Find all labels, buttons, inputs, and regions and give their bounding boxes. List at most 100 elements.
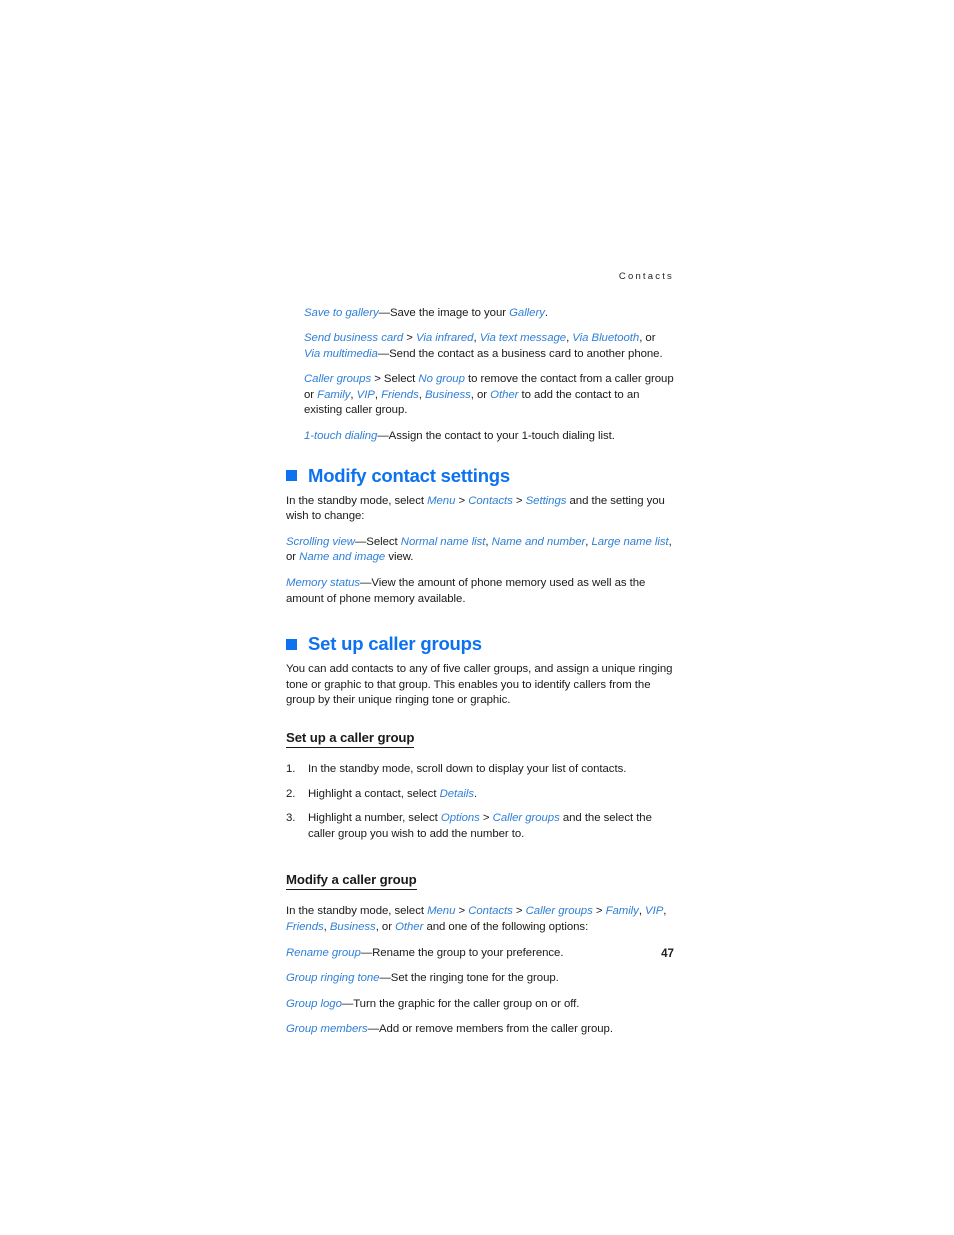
section-heading-modify-contact-settings: Modify contact settings (286, 465, 674, 487)
body-text: In the standby mode, select (286, 905, 428, 918)
ui-term: Friends (286, 920, 324, 933)
paragraph-group-logo: Group logo—Turn the graphic for the call… (286, 997, 674, 1013)
running-head: Contacts (618, 271, 674, 282)
ui-term: Via Bluetooth (572, 332, 640, 345)
ui-term: Contacts (468, 494, 513, 507)
ui-term: Gallery (509, 306, 545, 319)
paragraph-memory-status: Memory status—View the amount of phone m… (286, 576, 674, 607)
paragraph-group-ringing-tone: Group ringing tone—Set the ringing tone … (286, 971, 674, 987)
modify-caller-group-body: In the standby mode, select Menu > Conta… (286, 904, 674, 1038)
ui-term: Other (395, 920, 424, 933)
body-text: , (663, 905, 667, 918)
ui-term: Family (605, 905, 639, 918)
ui-term: Scrolling view (286, 535, 355, 548)
body-text: Highlight a contact, select (308, 787, 440, 800)
ui-term: Group ringing tone (286, 972, 380, 985)
ui-term: 1-touch dialing (304, 430, 378, 443)
subheading-set-up-a-caller-group: Set up a caller group (286, 729, 414, 748)
paragraph-send-business-card: Send business card > Via infrared, Via t… (304, 331, 674, 362)
paragraph-intro: In the standby mode, select Menu > Conta… (286, 904, 674, 935)
paragraph-intro: In the standby mode, select Menu > Conta… (286, 494, 674, 525)
ui-term: Send business card (304, 332, 404, 345)
section-heading-label: Set up caller groups (308, 633, 482, 655)
body-text: . (474, 787, 478, 800)
body-text: > (512, 905, 526, 918)
ui-term: Caller groups (492, 812, 560, 825)
paragraph-intro: You can add contacts to any of five call… (286, 662, 674, 709)
body-text: > Select (371, 373, 419, 386)
list-item-number: 1. (286, 763, 296, 775)
subheading-modify-a-caller-group: Modify a caller group (286, 871, 417, 891)
ui-term: Contacts (468, 905, 513, 918)
ui-term: Group members (286, 1023, 368, 1036)
subheading-wrap: Set up a caller group (286, 729, 674, 756)
body-text: . (544, 306, 548, 319)
body-text: > (455, 494, 469, 507)
subheading-wrap: Modify a caller group (286, 871, 674, 898)
ui-term: Family (317, 388, 351, 401)
body-text: , or (639, 332, 656, 345)
ui-term: Via infrared (416, 332, 474, 345)
ui-term: Settings (525, 494, 567, 507)
body-text: > (479, 812, 493, 825)
ui-term: Name and number (491, 535, 586, 548)
section-heading-set-up-caller-groups: Set up caller groups (286, 633, 674, 655)
ui-term: Business (424, 388, 471, 401)
body-text: , or (470, 388, 491, 401)
body-text: view. (385, 551, 414, 564)
body-text: > (403, 332, 416, 345)
body-text: —Select (354, 535, 401, 548)
modify-contact-settings-body: In the standby mode, select Menu > Conta… (286, 494, 674, 608)
body-text: , or (375, 920, 396, 933)
ui-term: Save to gallery (304, 306, 379, 319)
paragraph-save-to-gallery: Save to gallery—Save the image to your G… (304, 306, 674, 322)
body-text: > (455, 905, 469, 918)
set-up-caller-groups-intro: You can add contacts to any of five call… (286, 662, 674, 709)
ui-term: Menu (427, 905, 456, 918)
ui-term: Via multimedia (304, 347, 378, 360)
set-up-caller-group-steps: 1. In the standby mode, scroll down to di… (286, 762, 674, 842)
square-bullet-icon (286, 470, 297, 482)
ui-term: Via text message (479, 332, 567, 345)
body-text: > (512, 494, 526, 507)
body-text: In the standby mode, scroll down to disp… (308, 763, 627, 775)
square-bullet-icon (286, 638, 297, 650)
ui-term: Options (440, 812, 480, 825)
paragraph-scrolling-view: Scrolling view—Select Normal name list, … (286, 535, 674, 566)
page-number: 47 (661, 947, 674, 960)
ui-term: Normal name list (400, 535, 486, 548)
ui-term: Menu (427, 494, 456, 507)
body-text: —Turn the graphic for the caller group o… (341, 997, 580, 1010)
paragraph-group-members: Group members—Add or remove members from… (286, 1022, 674, 1038)
ui-term: VIP (356, 388, 375, 401)
ui-term: Business (329, 920, 376, 933)
paragraph-one-touch-dialing: 1-touch dialing—Assign the contact to yo… (304, 429, 674, 445)
body-text: In the standby mode, select (286, 494, 428, 507)
list-item: 3. Highlight a number, select Options > C… (286, 811, 674, 842)
body-text: and one of the following options: (423, 920, 589, 933)
ui-term: No group (418, 373, 465, 386)
body-text: —Assign the contact to your 1-touch dial… (377, 430, 615, 443)
paragraph-caller-groups: Caller groups > Select No group to remov… (304, 372, 674, 419)
ui-term: Name and image (299, 551, 386, 564)
ui-term: Details (439, 787, 475, 800)
options-block: Save to gallery—Save the image to your G… (304, 306, 674, 445)
body-text: —Add or remove members from the caller g… (367, 1023, 613, 1036)
body-text: —Save the image to your (378, 306, 510, 319)
list-item: 1. In the standby mode, scroll down to di… (286, 762, 674, 778)
body-text: > (592, 905, 606, 918)
manual-page: Contacts Save to gallery—Save the image … (0, 0, 954, 1235)
ui-term: Caller groups (525, 905, 593, 918)
body-text: —Set the ringing tone for the group. (379, 972, 559, 985)
section-heading-label: Modify contact settings (308, 464, 510, 486)
ui-term: Group logo (286, 997, 342, 1010)
page-content: Contacts Save to gallery—Save the image … (286, 272, 674, 1038)
ui-term: Friends (381, 388, 419, 401)
body-text: —Send the contact as a business card to … (377, 347, 663, 360)
list-item: 2. Highlight a contact, select Details. (286, 787, 674, 803)
ui-term: Caller groups (304, 373, 372, 386)
